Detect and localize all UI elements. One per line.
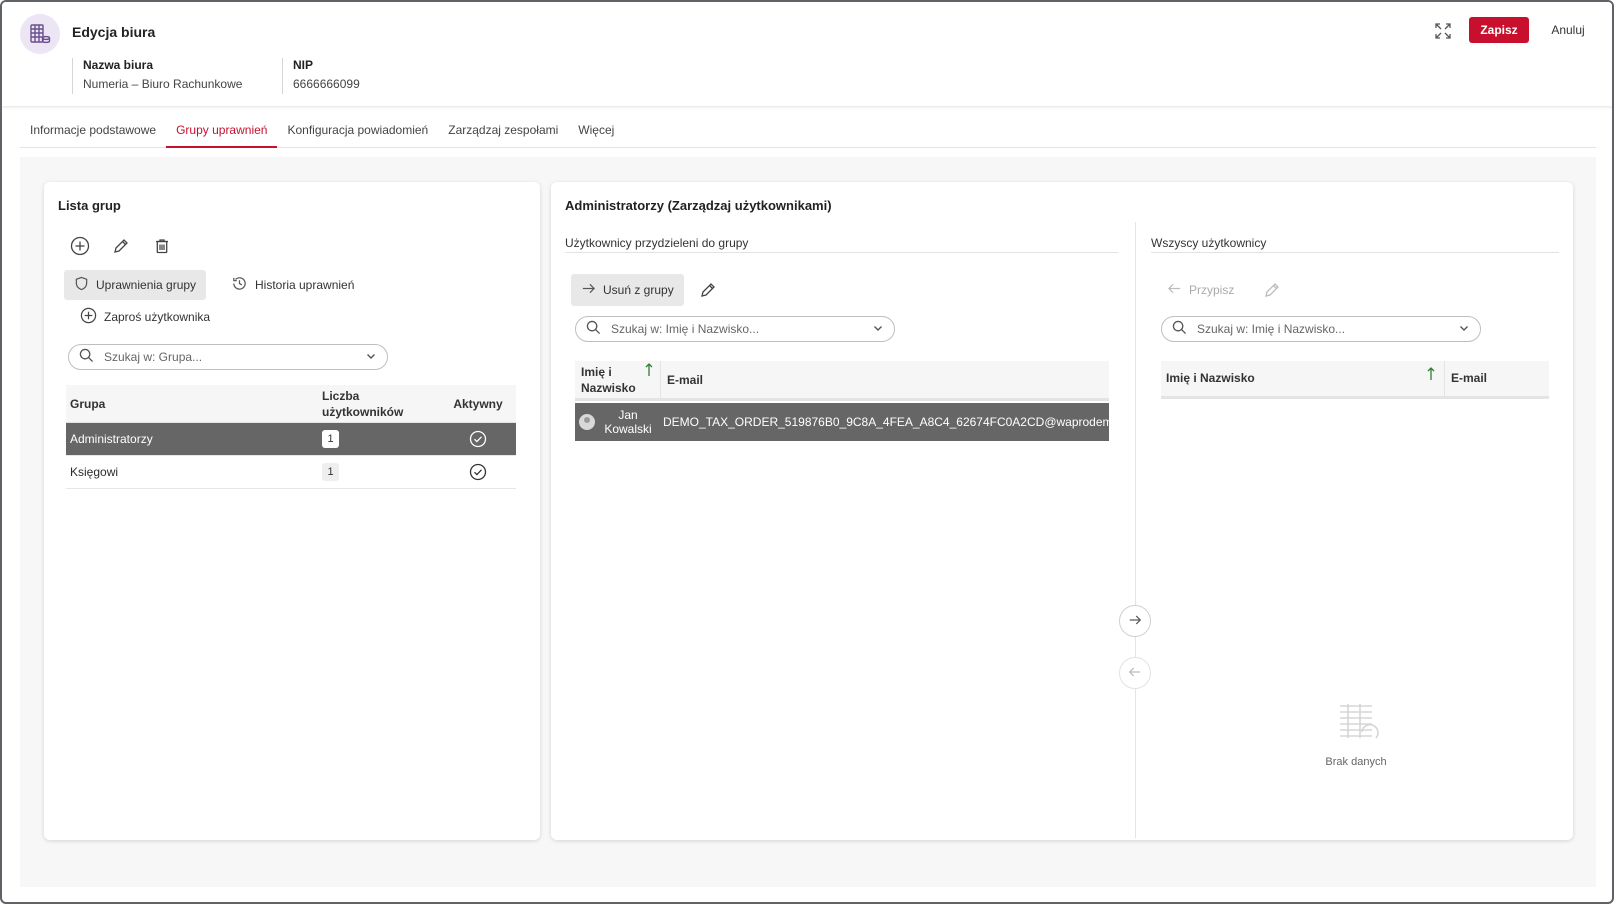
member-search[interactable] [575, 316, 895, 342]
delete-group-icon[interactable] [150, 234, 174, 258]
col-user-count-line2: użytkowników [322, 404, 404, 419]
col-email[interactable]: E-mail [1445, 361, 1487, 396]
group-search-input[interactable] [104, 350, 355, 364]
save-button[interactable]: Zapisz [1469, 17, 1529, 43]
permission-history-label: Historia uprawnień [255, 278, 355, 292]
nip-label: NIP [293, 58, 314, 72]
history-icon [231, 275, 248, 295]
search-icon [79, 348, 94, 366]
empty-state-text: Brak danych [1325, 756, 1387, 768]
move-left-button[interactable] [1119, 657, 1151, 689]
tab-manage-teams[interactable]: Zarządzaj zespołami [438, 114, 568, 148]
col-name-label: Imię i Nazwisko [1166, 371, 1255, 385]
member-email: DEMO_TAX_ORDER_519876B0_9C8A_4FEA_A8C4_6… [663, 415, 1109, 429]
edit-user-icon[interactable] [1260, 278, 1284, 302]
permission-history-button[interactable]: Historia uprawnień [221, 270, 364, 300]
col-group[interactable]: Grupa [66, 397, 320, 411]
member-name: Jan Kowalski [601, 408, 655, 436]
col-name-line2: Nazwisko [581, 381, 636, 395]
edit-office-window: Edycja biura Nazwa biura Numeria – Biuro… [0, 0, 1614, 904]
page-header: Edycja biura Nazwa biura Numeria – Biuro… [2, 2, 1612, 106]
groups-table: Grupa Liczba użytkowników Aktywny Admini… [66, 385, 516, 489]
member-first-name: Jan [618, 408, 638, 422]
group-list-title: Lista grup [58, 198, 121, 213]
group-search[interactable] [68, 344, 388, 370]
divider [1135, 222, 1136, 838]
tab-basic-info[interactable]: Informacje podstawowe [20, 114, 166, 148]
col-name[interactable]: Imię i Nazwisko [575, 361, 661, 398]
remove-from-group-button[interactable]: Usuń z grupy [571, 274, 684, 306]
all-users-search-input[interactable] [1197, 322, 1448, 336]
group-members-title: Administratorzy (Zarządzaj użytkownikami… [565, 198, 832, 213]
office-building-icon [20, 14, 60, 54]
member-last-name: Kowalski [604, 422, 652, 436]
chevron-down-icon[interactable] [872, 322, 884, 337]
group-name: Księgowi [70, 465, 119, 479]
empty-state: Brak danych [1321, 702, 1391, 768]
all-users-search[interactable] [1161, 316, 1481, 342]
arrow-right-icon [581, 281, 596, 299]
nip-block: NIP 6666666099 [282, 58, 360, 94]
edit-member-icon[interactable] [696, 278, 720, 302]
col-user-count-line1: Liczba [322, 388, 360, 403]
invite-user-button[interactable]: Zaproś użytkownika [70, 302, 220, 332]
move-right-button[interactable] [1119, 605, 1151, 637]
office-name-value: Numeria – Biuro Rachunkowe [83, 77, 243, 91]
arrow-left-icon [1167, 281, 1182, 299]
table-row[interactable]: Administratorzy 1 [66, 423, 516, 456]
col-active[interactable]: Aktywny [440, 397, 516, 411]
empty-table-icon [1321, 702, 1391, 744]
cancel-button[interactable]: Anuluj [1543, 17, 1593, 43]
user-count-badge: 1 [322, 430, 339, 448]
edit-group-icon[interactable] [109, 234, 133, 258]
divider [1151, 252, 1559, 253]
table-row[interactable]: Jan Kowalski DEMO_TAX_ORDER_519876B0_9C8… [575, 403, 1109, 441]
assign-button[interactable]: Przypisz [1157, 274, 1244, 306]
page-title: Edycja biura [72, 24, 156, 40]
member-search-input[interactable] [611, 322, 862, 336]
groups-table-header: Grupa Liczba użytkowników Aktywny [66, 385, 516, 423]
tab-permission-groups[interactable]: Grupy uprawnień [166, 114, 278, 148]
fullscreen-icon[interactable] [1432, 20, 1454, 42]
add-circle-icon [80, 307, 97, 327]
col-name[interactable]: Imię i Nazwisko [1161, 361, 1445, 396]
group-members-panel: Administratorzy (Zarządzaj użytkownikami… [551, 182, 1573, 840]
col-email[interactable]: E-mail [661, 361, 703, 398]
add-group-icon[interactable] [68, 234, 92, 258]
tab-more[interactable]: Więcej [568, 114, 624, 148]
shield-icon [74, 276, 89, 294]
table-row[interactable]: Księgowi 1 [66, 456, 516, 489]
group-list-panel: Lista grup Uprawnienia grupy Historia up… [44, 182, 540, 840]
arrow-right-icon [1128, 613, 1142, 630]
group-permissions-button[interactable]: Uprawnienia grupy [64, 270, 207, 300]
office-name-block: Nazwa biura Numeria – Biuro Rachunkowe [72, 58, 242, 94]
assign-label: Przypisz [1189, 283, 1235, 297]
invite-user-label: Zaproś użytkownika [104, 310, 211, 324]
sort-ascending-icon[interactable] [645, 363, 653, 380]
chevron-down-icon[interactable] [365, 350, 377, 365]
group-name: Administratorzy [70, 432, 153, 446]
nip-value: 6666666099 [293, 77, 360, 91]
divider [565, 252, 1118, 253]
all-users-table-header: Imię i Nazwisko E-mail [1161, 361, 1549, 399]
chevron-down-icon[interactable] [1458, 322, 1470, 337]
avatar [579, 414, 595, 430]
check-circle-icon [440, 463, 516, 481]
all-users-heading: Wszyscy użytkownicy [1151, 236, 1267, 250]
tab-notification-config[interactable]: Konfiguracja powiadomień [277, 114, 438, 148]
tab-bar: Informacje podstawowe Grupy uprawnień Ko… [20, 114, 1596, 148]
remove-from-group-label: Usuń z grupy [603, 283, 674, 297]
sort-ascending-icon[interactable] [1427, 367, 1435, 384]
check-circle-icon [440, 430, 516, 448]
office-name-label: Nazwa biura [83, 58, 154, 72]
user-count-badge: 1 [322, 463, 339, 481]
assigned-users-heading: Użytkownicy przydzieleni do grupy [565, 236, 749, 250]
group-permissions-label: Uprawnienia grupy [96, 278, 197, 292]
search-icon [586, 320, 601, 338]
arrow-left-icon [1128, 665, 1142, 682]
search-icon [1172, 320, 1187, 338]
col-user-count[interactable]: Liczba użytkowników [320, 389, 440, 419]
members-table-header: Imię i Nazwisko E-mail [575, 361, 1109, 401]
